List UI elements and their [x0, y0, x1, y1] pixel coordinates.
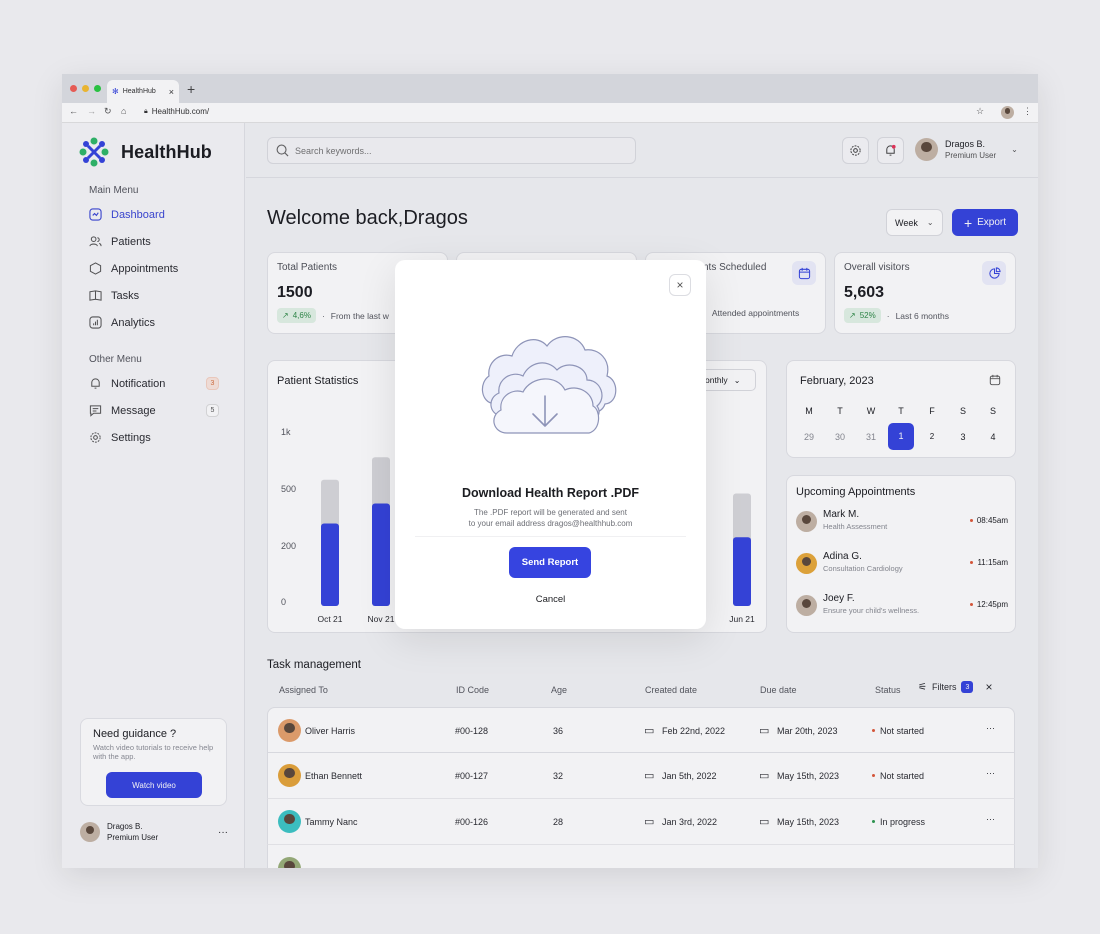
modal-divider [415, 536, 686, 537]
modal-text-line2: to your email address dragos@healthhub.c… [468, 519, 633, 528]
modal-text-line1: The .PDF report will be generated and se… [474, 508, 627, 517]
cancel-button[interactable]: Cancel [395, 594, 706, 605]
close-modal-button[interactable]: × [669, 274, 691, 296]
modal-title: Download Health Report .PDF [461, 486, 640, 500]
send-report-button[interactable]: Send Report [509, 547, 591, 578]
modal-description: The .PDF report will be generated and se… [395, 507, 706, 529]
download-report-modal: × Download Health Report .PDF The .PDF r… [395, 260, 706, 629]
cloud-download-icon [481, 336, 617, 434]
